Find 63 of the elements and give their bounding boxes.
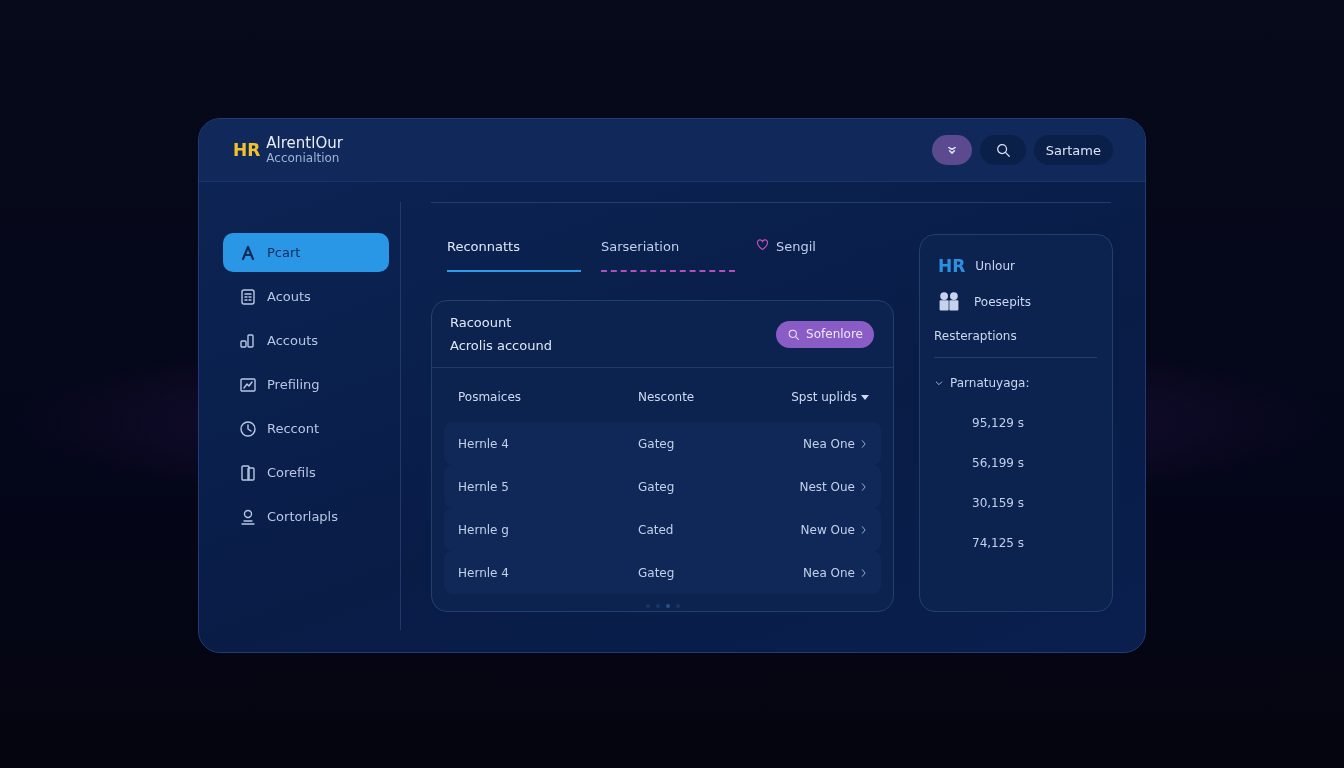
chart-icon xyxy=(239,375,257,394)
sidebar-item[interactable]: Reccont xyxy=(223,409,389,448)
panel-title: Unlour xyxy=(975,259,1015,273)
table-cell-text: Gateg xyxy=(638,479,676,494)
logo: HR xyxy=(233,140,261,160)
table-row[interactable]: Hernle g Cated New Oue xyxy=(444,508,881,551)
table-cell-text: Hernle g xyxy=(458,522,510,537)
caret-icon xyxy=(861,394,869,400)
table-cell: Nea One xyxy=(803,565,855,580)
column-header: Posmaices xyxy=(458,390,522,404)
table-cell-text: Hernle 4 xyxy=(458,436,510,451)
table-cell: New Oue xyxy=(800,522,855,537)
sidebar-item[interactable]: Corefils xyxy=(223,453,389,492)
chevron-down-icon xyxy=(934,378,944,388)
table-cell-text: Hernle 5 xyxy=(458,479,510,494)
sidebar-item[interactable]: Acouts xyxy=(223,277,389,316)
search-icon xyxy=(787,327,801,341)
chevron-icon xyxy=(859,567,869,578)
table-row[interactable]: Hernle 5 Gateg Nest Oue xyxy=(444,465,881,508)
table-cell-text: Hernle 4 xyxy=(458,565,510,580)
clock-icon xyxy=(239,419,257,438)
table-row[interactable]: Hernle 4 Gateg Nea One xyxy=(444,422,881,465)
column-header[interactable]: Spst uplids xyxy=(791,390,869,404)
page-dot[interactable] xyxy=(665,604,670,608)
user-icon xyxy=(239,507,257,526)
sidebar-item[interactable]: Accouts xyxy=(223,321,389,360)
search-action-button[interactable]: Sofenlore xyxy=(776,320,874,348)
panel-text: Poesepits xyxy=(974,295,1032,309)
app-title: AlrentlOur xyxy=(266,135,343,152)
user-button[interactable]: Sartame xyxy=(1033,135,1113,165)
letter-icon xyxy=(239,243,257,262)
value-text: 74,125 s xyxy=(972,536,1026,550)
chevron-icon xyxy=(859,524,869,535)
value-text: 30,159 s xyxy=(972,496,1026,510)
table-cell: Nest Oue xyxy=(799,479,855,494)
table-cell-text: Gateg xyxy=(638,565,676,580)
card-subtitle: Acrolis accound xyxy=(450,337,552,355)
sidebar-item[interactable]: Pcart xyxy=(223,233,389,272)
card-title: Racoount xyxy=(450,314,513,332)
chevron-icon xyxy=(859,481,869,492)
value-text: 95,129 s xyxy=(972,416,1026,430)
column-header: Nesconte xyxy=(638,390,696,404)
chevron-icon xyxy=(859,438,869,449)
calculator-icon xyxy=(239,287,257,306)
panel-logo: HR xyxy=(938,256,966,276)
app-subtitle: Acconialtion xyxy=(266,151,341,165)
table-row[interactable]: Hernle 4 Gateg Nea One xyxy=(444,551,881,594)
table-cell-text: Gateg xyxy=(638,436,676,451)
tab[interactable]: Sengil xyxy=(755,234,889,272)
heart-icon xyxy=(755,237,770,252)
document-icon xyxy=(239,463,257,482)
people-icon xyxy=(938,289,960,312)
search-icon xyxy=(994,142,1011,158)
table-cell: Nea One xyxy=(803,436,855,451)
section-title: Resteraptions xyxy=(934,329,1097,358)
tab[interactable]: Sarseriation xyxy=(601,234,735,272)
value-text: 56,199 s xyxy=(972,456,1026,470)
sidebar-item[interactable]: Cortorlapls xyxy=(223,497,389,536)
table-cell-text: Cated xyxy=(638,522,675,537)
group-toggle[interactable]: Parnatuyaga: xyxy=(934,376,1097,390)
search-button[interactable] xyxy=(979,135,1026,165)
sidebar-item[interactable]: Prefiling xyxy=(223,365,389,404)
tab[interactable]: Reconnatts xyxy=(447,234,581,272)
